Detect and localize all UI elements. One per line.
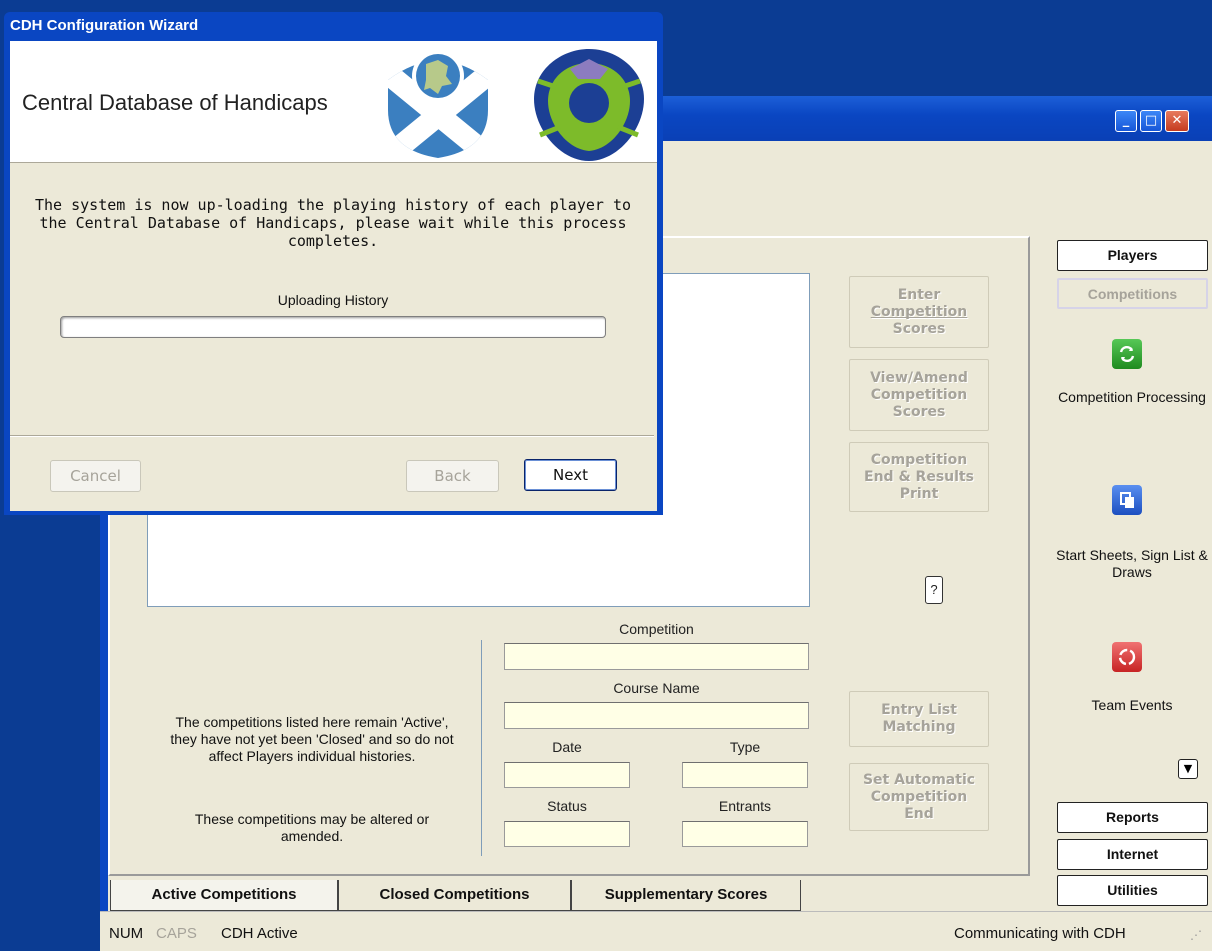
enter-competition-scores-button[interactable]: Enter Competition Scores (849, 276, 989, 348)
start-sheets-icon[interactable] (1112, 485, 1142, 515)
button-line: Print (899, 485, 939, 502)
wizard-separator (10, 435, 654, 437)
may-alter-text: These competitions may be altered or ame… (194, 811, 430, 844)
nav-competitions-button[interactable]: Competitions (1057, 278, 1208, 309)
entrants-field[interactable] (682, 821, 808, 847)
button-line: End (904, 805, 934, 822)
type-label: Type (729, 739, 761, 755)
nav-utilities-button[interactable]: Utilities (1057, 875, 1208, 906)
scroll-down-icon[interactable]: ▼ (1178, 759, 1198, 779)
button-line: Competition (870, 303, 968, 320)
resize-grip-icon[interactable]: ⋰ (1190, 928, 1202, 942)
upload-progress-bar (60, 316, 606, 338)
course-name-label: Course Name (613, 680, 700, 696)
button-line: Scores (892, 320, 946, 337)
vertical-divider (481, 640, 482, 856)
competition-label: Competition (619, 621, 694, 637)
start-sheets-label[interactable]: Start Sheets, Sign List & Draws (1056, 547, 1208, 581)
status-field[interactable] (504, 821, 630, 847)
status-label: Status (547, 798, 587, 814)
course-name-field[interactable] (504, 702, 809, 729)
thistle-logo (526, 47, 652, 168)
button-line: Scores (892, 403, 946, 420)
date-label: Date (552, 739, 582, 755)
scotland-saltire-logo (386, 50, 491, 165)
button-line: Matching (882, 719, 956, 735)
button-line: Competition (870, 386, 968, 403)
next-button[interactable]: Next (524, 459, 617, 491)
nav-reports-button[interactable]: Reports (1057, 802, 1208, 833)
button-line: Enter (897, 286, 941, 303)
wizard-message: The system is now up-loading the playing… (34, 196, 632, 250)
num-indicator: NUM (109, 925, 144, 942)
team-events-label[interactable]: Team Events (1056, 697, 1208, 714)
nav-internet-button[interactable]: Internet (1057, 839, 1208, 870)
minimize-button[interactable]: _ (1115, 110, 1137, 132)
team-events-icon[interactable] (1112, 642, 1142, 672)
cdh-active-indicator: CDH Active (221, 925, 298, 942)
entrants-label: Entrants (718, 798, 772, 814)
entry-list-matching-button[interactable]: Entry List Matching (849, 691, 989, 747)
type-field[interactable] (682, 762, 808, 788)
button-line: Competition (870, 788, 968, 805)
back-button[interactable]: Back (406, 460, 499, 492)
help-button[interactable]: ? (925, 576, 943, 604)
caps-indicator: CAPS (156, 925, 197, 942)
button-line: View/Amend (870, 369, 968, 386)
view-amend-scores-button[interactable]: View/Amend Competition Scores (849, 359, 989, 431)
button-line: Competition (870, 451, 968, 468)
date-field[interactable] (504, 762, 630, 788)
tab-supplementary-scores[interactable]: Supplementary Scores (571, 880, 801, 911)
button-line: End & Results (864, 468, 974, 485)
communication-status: Communicating with CDH (954, 925, 1126, 942)
cancel-button[interactable]: Cancel (50, 460, 141, 492)
competition-processing-label[interactable]: Competition Processing (1056, 389, 1208, 406)
wizard-title: CDH Configuration Wizard (10, 17, 199, 34)
progress-label: Uploading History (277, 292, 389, 308)
active-info-text: The competitions listed here remain 'Act… (170, 714, 454, 764)
close-button[interactable]: ✕ (1165, 110, 1189, 132)
button-line: Set Automatic (862, 771, 976, 788)
button-line: Entry List (881, 702, 957, 718)
maximize-button[interactable]: □ (1140, 110, 1162, 132)
competition-processing-icon[interactable] (1112, 339, 1142, 369)
competition-field[interactable] (504, 643, 809, 670)
nav-players-button[interactable]: Players (1057, 240, 1208, 271)
tab-active-competitions[interactable]: Active Competitions (110, 880, 338, 911)
tab-closed-competitions[interactable]: Closed Competitions (338, 880, 571, 911)
competition-end-print-button[interactable]: Competition End & Results Print (849, 442, 989, 512)
set-automatic-end-button[interactable]: Set Automatic Competition End (849, 763, 989, 831)
wizard-heading: Central Database of Handicaps (22, 90, 328, 115)
